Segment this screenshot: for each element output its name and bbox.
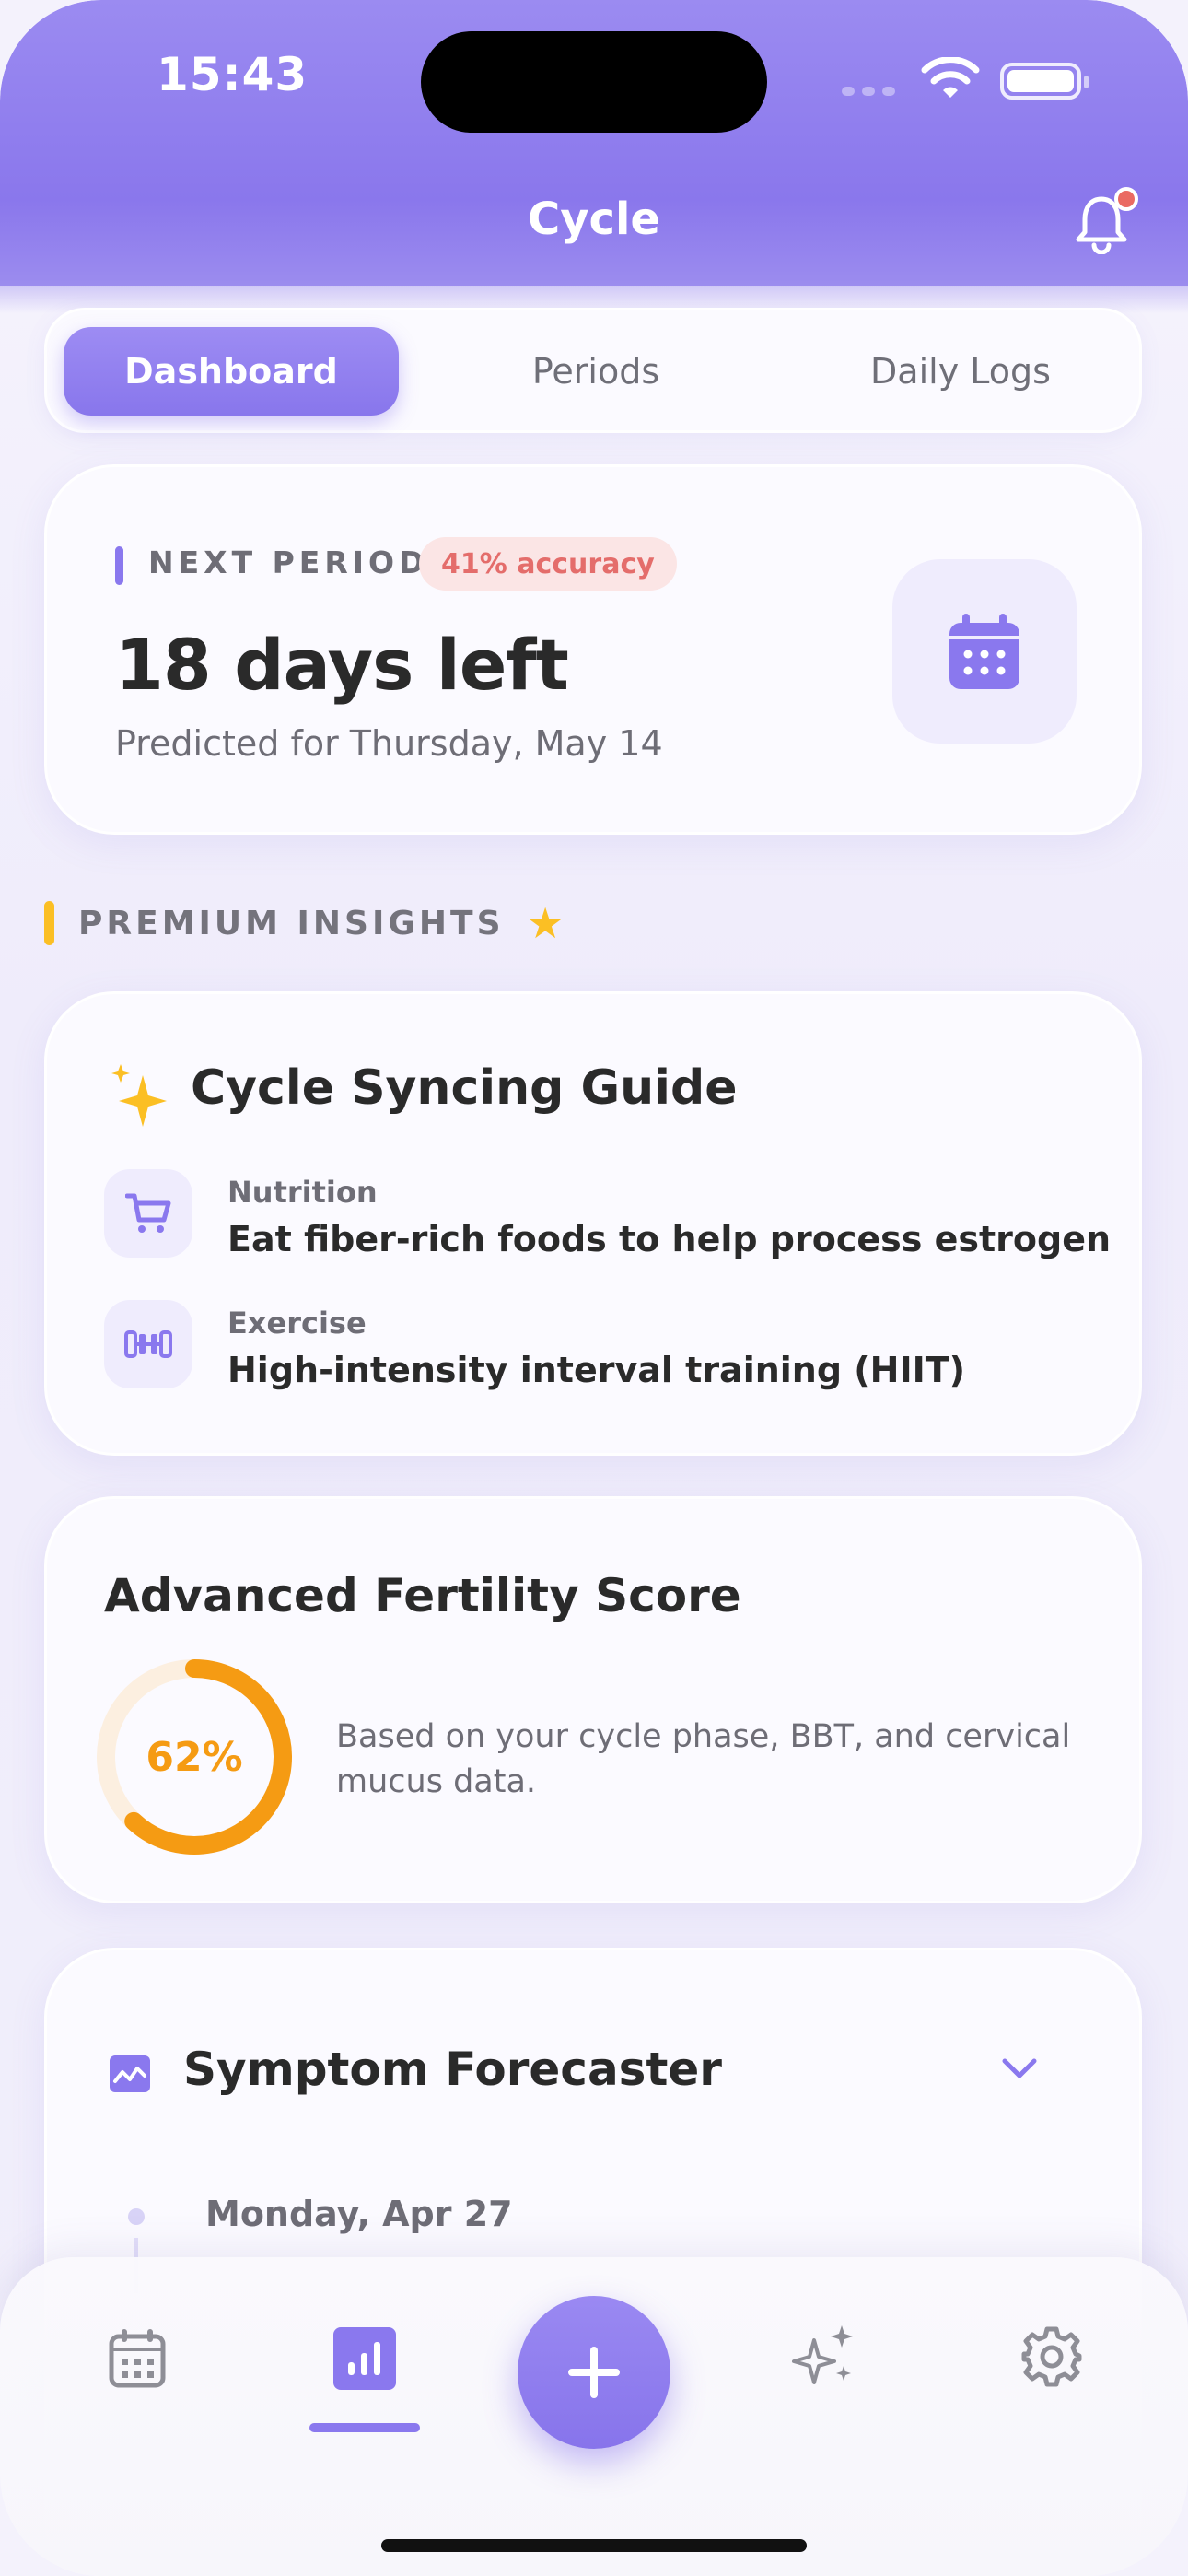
tab-periods[interactable]: Periods [428, 327, 763, 416]
battery-icon [1000, 63, 1089, 100]
notification-badge [1114, 187, 1138, 211]
cellular-signal-icon [842, 87, 895, 96]
section-title: PREMIUM INSIGHTS [78, 904, 505, 943]
fertility-score-value: 62% [146, 1733, 243, 1781]
section-accent-bar [44, 901, 54, 945]
dynamic-island [421, 31, 767, 133]
card-title: Cycle Syncing Guide [191, 1060, 738, 1116]
nutrition-icon-tile [104, 1169, 192, 1258]
premium-insights-header: PREMIUM INSIGHTS ★ [44, 901, 565, 945]
bottom-nav [0, 2257, 1188, 2576]
tab-daily-logs[interactable]: Daily Logs [793, 327, 1128, 416]
app-title: Cycle [528, 193, 660, 245]
active-tab-indicator [309, 2423, 420, 2432]
home-indicator [381, 2539, 807, 2552]
sparkle-icon [111, 1064, 167, 1127]
forecast-date: Monday, Apr 27 [205, 2194, 513, 2234]
calendar-icon[interactable] [109, 2327, 166, 2388]
calendar-tile[interactable] [892, 559, 1077, 744]
nutrition-label: Nutrition [227, 1175, 378, 1210]
accent-bar [115, 546, 123, 585]
wifi-icon [921, 57, 980, 98]
cycle-syncing-card[interactable]: Cycle Syncing Guide Nutrition Eat fiber-… [44, 991, 1142, 1456]
predicted-date: Predicted for Thursday, May 14 [115, 723, 663, 764]
chevron-down-icon[interactable] [1001, 2057, 1038, 2081]
chart-line-icon [110, 2055, 150, 2092]
stats-icon[interactable] [333, 2327, 396, 2390]
header: 15:43 Cycle [0, 0, 1188, 313]
add-icon [568, 2347, 620, 2398]
next-period-card[interactable]: NEXT PERIOD 41% accuracy 18 days left Pr… [44, 464, 1142, 835]
days-left: 18 days left [115, 624, 569, 706]
dumbbell-icon [124, 1330, 172, 1358]
sparkles-icon[interactable] [788, 2322, 858, 2392]
add-entry-button[interactable] [518, 2296, 670, 2449]
calendar-icon [949, 614, 1019, 689]
fertility-score-card[interactable]: Advanced Fertility Score 62% Based on yo… [44, 1496, 1142, 1903]
timeline-dot [128, 2208, 145, 2225]
fertility-description: Based on your cycle phase, BBT, and cerv… [336, 1718, 1071, 1800]
tab-dashboard[interactable]: Dashboard [64, 327, 399, 416]
cart-icon [125, 1193, 171, 1233]
exercise-icon-tile [104, 1300, 192, 1388]
nutrition-text: Eat fiber-rich foods to help process est… [227, 1219, 1112, 1259]
card-title: Symptom Forecaster [183, 2043, 722, 2096]
status-time: 15:43 [157, 48, 309, 101]
accuracy-badge: 41% accuracy [419, 537, 677, 591]
exercise-label: Exercise [227, 1306, 367, 1341]
card-title: Advanced Fertility Score [104, 1569, 741, 1622]
next-period-label: NEXT PERIOD [148, 544, 429, 580]
segmented-tabs: Dashboard Periods Daily Logs [44, 308, 1142, 433]
exercise-text: High-intensity interval training (HIIT) [227, 1350, 966, 1390]
gear-icon[interactable] [1020, 2325, 1083, 2388]
app-screen: 15:43 Cycle Dashboard Periods Daily Logs… [0, 0, 1188, 2576]
star-icon: ★ [526, 898, 565, 948]
